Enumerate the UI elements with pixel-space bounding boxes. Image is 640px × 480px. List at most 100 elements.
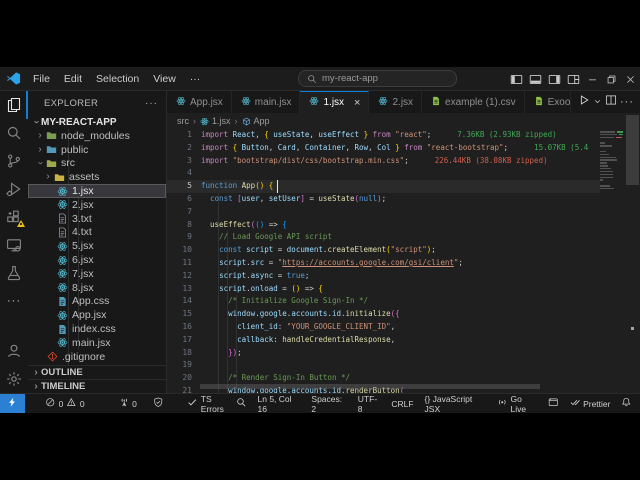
activity-settings[interactable] (0, 365, 28, 393)
activity-search[interactable] (0, 119, 28, 147)
outline-section[interactable]: › OUTLINE (28, 365, 166, 379)
menu-item-view[interactable]: View (146, 70, 183, 88)
menu-item-[interactable]: ··· (183, 70, 208, 88)
activity-source-control[interactable] (0, 147, 28, 175)
close-tab-icon[interactable]: × (354, 98, 360, 108)
explorer-item-App.css[interactable]: App.css (28, 295, 166, 309)
breadcrumb-item-1.jsx[interactable]: 1.jsx (200, 116, 231, 126)
close-button[interactable] (621, 67, 640, 91)
breadcrumb-item-App[interactable]: App (242, 116, 270, 126)
status-ts-errors[interactable]: TS Errors (185, 394, 234, 414)
explorer-item-6.jsx[interactable]: 6.jsx (28, 253, 166, 267)
code-line-1[interactable]: 1import React, { useState, useEffect } f… (167, 129, 600, 142)
minimap[interactable] (600, 129, 624, 393)
code-line-19[interactable]: 19 (167, 359, 600, 372)
tab-2.jsx[interactable]: 2.jsx (369, 91, 422, 113)
activity-account[interactable] (0, 337, 28, 365)
code-line-6[interactable]: 6 const [user, setUser] = useState(null)… (167, 193, 600, 206)
layout-customize-button[interactable] (564, 67, 583, 91)
code-line-2[interactable]: 2import { Button, Card, Container, Row, … (167, 142, 600, 155)
activity-extensions[interactable] (0, 203, 28, 231)
tab-label: Exoo (548, 97, 571, 108)
code-line-12[interactable]: 12 script.async = true; (167, 270, 600, 283)
status-go-live[interactable]: Go Live (495, 394, 539, 414)
status-prettier[interactable]: Prettier (568, 394, 613, 414)
status-problems[interactable]: 00 (43, 394, 86, 414)
explorer-item-8.jsx[interactable]: 8.jsx (28, 281, 166, 295)
editor-more-button[interactable]: ··· (620, 96, 634, 108)
explorer-item-.gitignore[interactable]: .gitignore (28, 350, 166, 364)
activity-more[interactable]: ··· (0, 287, 28, 315)
run-dropdown[interactable] (593, 93, 602, 111)
code-line-14[interactable]: 14 /* Initialize Google Sign-In */ (167, 295, 600, 308)
status-cursor-position[interactable]: Ln 5, Col 16 (256, 394, 303, 414)
command-center[interactable]: my-react-app (298, 70, 457, 87)
code-line-4[interactable]: 4 (167, 167, 600, 180)
activity-remote-explorer[interactable] (0, 231, 28, 259)
timeline-section[interactable]: › TIMELINE (28, 379, 166, 393)
activity-run-debug[interactable] (0, 175, 28, 203)
layout-sidebar-right-button[interactable] (545, 67, 564, 91)
tab-main.jsx[interactable]: main.jsx (232, 91, 301, 113)
explorer-item-1.jsx[interactable]: 1.jsx (28, 184, 166, 198)
layout-panel-button[interactable] (526, 67, 545, 91)
code-line-17[interactable]: 17 callback: handleCredentialResponse, (167, 334, 600, 347)
code-line-16[interactable]: 16 client_id: "YOUR_GOOGLE_CLIENT_ID", (167, 321, 600, 334)
status-eol[interactable]: CRLF (389, 394, 415, 414)
run-button[interactable] (578, 93, 590, 111)
code-line-5[interactable]: 5function App() { (167, 180, 600, 193)
restore-button[interactable] (602, 67, 621, 91)
vertical-scrollbar[interactable] (626, 115, 639, 185)
tab-1.jsx[interactable]: 1.jsx× (300, 91, 369, 113)
code-line-3[interactable]: 3import "bootstrap/dist/css/bootstrap.mi… (167, 155, 600, 168)
code-line-18[interactable]: 18 }); (167, 347, 600, 360)
tab-example (1).csv[interactable]: example (1).csv (422, 91, 525, 113)
explorer-item-3.txt[interactable]: 3.txt (28, 212, 166, 226)
explorer-root-folder[interactable]: › MY-REACT-APP (28, 115, 166, 129)
explorer-item-public[interactable]: ›public (28, 143, 166, 157)
menu-item-file[interactable]: File (26, 70, 57, 88)
menu-item-edit[interactable]: Edit (57, 70, 89, 88)
status-browser-preview[interactable] (546, 394, 561, 414)
code-line-11[interactable]: 11 script.src = "https://accounts.google… (167, 257, 600, 270)
breadcrumb-item-src[interactable]: src (177, 116, 189, 126)
tab-App.jsx[interactable]: App.jsx (167, 91, 232, 113)
minimap-line (600, 165, 624, 167)
minimize-button[interactable] (583, 67, 602, 91)
menu-item-selection[interactable]: Selection (89, 70, 146, 88)
status-encoding[interactable]: UTF-8 (356, 394, 383, 414)
activity-testing[interactable] (0, 259, 28, 287)
explorer-item-main.jsx[interactable]: main.jsx (28, 336, 166, 350)
code-line-8[interactable]: 8 useEffect(() => { (167, 219, 600, 232)
explorer-item-index.css[interactable]: index.css (28, 322, 166, 336)
explorer-item-assets[interactable]: ›assets (28, 170, 166, 184)
explorer-item-node_modules[interactable]: ›node_modules (28, 129, 166, 143)
status-notifications[interactable] (619, 394, 634, 414)
explorer-item-2.jsx[interactable]: 2.jsx (28, 198, 166, 212)
explorer-item-App.jsx[interactable]: App.jsx (28, 308, 166, 322)
explorer-item-4.txt[interactable]: 4.txt (28, 226, 166, 240)
code-editor[interactable]: 1import React, { useState, useEffect } f… (167, 129, 600, 393)
split-editor-button[interactable] (605, 93, 617, 111)
status-language-mode[interactable]: {} JavaScript JSX (423, 394, 488, 414)
code-line-9[interactable]: 9 // Load Google API script (167, 231, 600, 244)
code-line-10[interactable]: 10 const script = document.createElement… (167, 244, 600, 257)
code-line-7[interactable]: 7 (167, 206, 600, 219)
layout-sidebar-left-button[interactable] (507, 67, 526, 91)
code-line-15[interactable]: 15 window.google.accounts.id.initialize(… (167, 308, 600, 321)
horizontal-scrollbar[interactable] (200, 384, 540, 389)
explorer-item-5.jsx[interactable]: 5.jsx (28, 239, 166, 253)
status-ports[interactable]: 0 (117, 394, 139, 414)
explorer-item-src[interactable]: ›src (28, 157, 166, 171)
status-remote-indicator[interactable] (0, 394, 25, 414)
code-line-13[interactable]: 13 script.onload = () => { (167, 283, 600, 296)
tab-Exoo[interactable]: Exoo (525, 91, 571, 113)
activity-explorer[interactable] (0, 91, 28, 119)
explorer-item-7.jsx[interactable]: 7.jsx (28, 267, 166, 281)
explorer-more-button[interactable]: ··· (145, 98, 158, 109)
file-label: index.css (69, 323, 116, 335)
status-indentation[interactable]: Spaces: 2 (309, 394, 348, 414)
breadcrumb[interactable]: src›1.jsx›App (167, 113, 640, 129)
status-zoom-indicator[interactable] (234, 394, 249, 414)
status-workspace-trust[interactable] (151, 394, 166, 414)
